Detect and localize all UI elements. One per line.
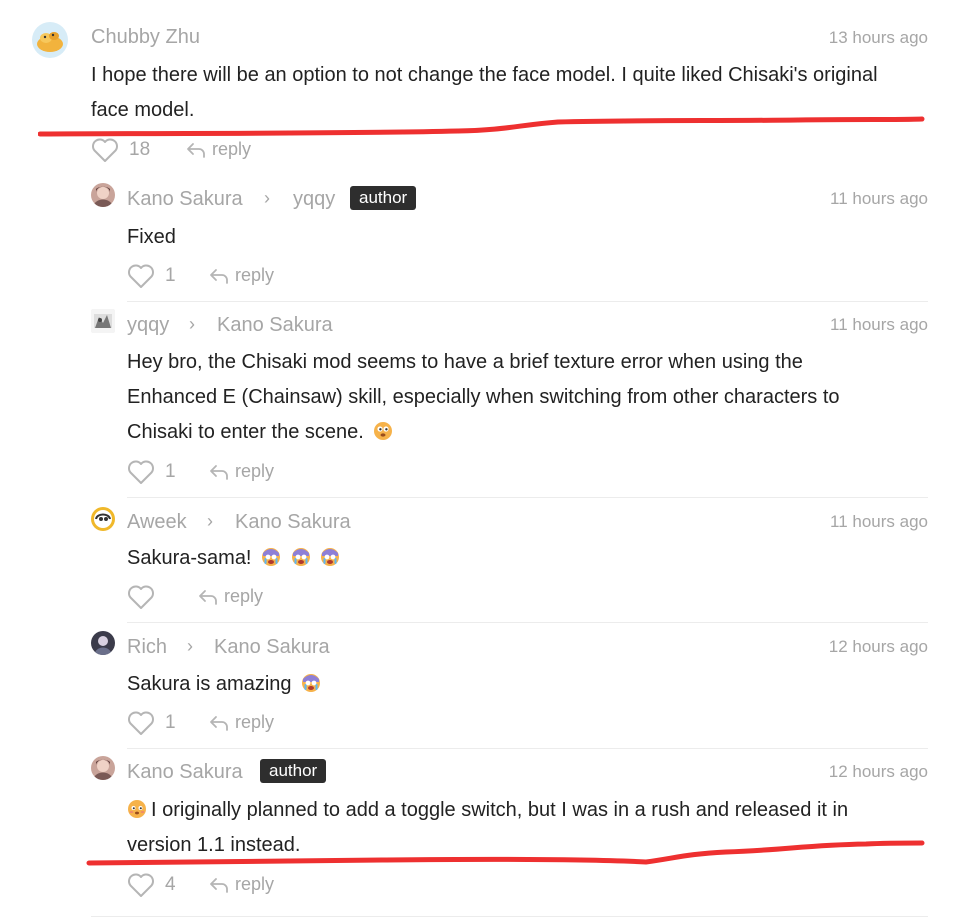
avatar-image xyxy=(94,636,112,655)
reply-text-line-content: I originally planned to add a toggle swi… xyxy=(151,799,849,821)
reply-to-user[interactable]: yqqy xyxy=(293,188,335,211)
chevron-right-icon: › xyxy=(207,511,213,531)
reply-button[interactable]: reply xyxy=(209,874,274,895)
heart-outline-icon xyxy=(128,711,154,735)
chevron-right-icon: › xyxy=(264,188,270,208)
reply-to-user[interactable]: Kano Sakura xyxy=(235,511,351,534)
reply-time: 11 hours ago xyxy=(830,512,928,531)
heart-outline-icon xyxy=(128,460,154,484)
avatar[interactable] xyxy=(91,631,115,655)
reply-text-content: Sakura is amazing xyxy=(127,673,292,695)
divider xyxy=(127,748,928,749)
reply-text-line: I originally planned to add a toggle swi… xyxy=(127,793,927,828)
reply-arrow-icon xyxy=(210,877,228,893)
reply-button[interactable]: reply xyxy=(209,712,274,733)
reply-text: Fixed xyxy=(127,226,176,248)
avatar[interactable] xyxy=(91,309,115,333)
avatar-image xyxy=(93,186,113,207)
comment-text-line: I hope there will be an option to not ch… xyxy=(91,64,878,86)
reply-button[interactable]: reply xyxy=(209,265,274,286)
crying-emoji-icon xyxy=(291,548,310,566)
reply-arrow-icon xyxy=(210,268,228,284)
reply-author[interactable]: Aweek xyxy=(127,511,187,534)
divider xyxy=(91,916,928,917)
avatar[interactable] xyxy=(91,756,115,780)
like-button[interactable]: 4 xyxy=(127,872,176,898)
crying-emoji-icon xyxy=(262,548,281,566)
reply-text: Hey bro, the Chisaki mod seems to have a… xyxy=(127,345,917,450)
reply-text: I originally planned to add a toggle swi… xyxy=(127,793,927,863)
like-count: 18 xyxy=(129,139,151,160)
heart-outline-icon xyxy=(92,138,118,162)
like-button[interactable] xyxy=(127,584,165,610)
chevron-right-icon: › xyxy=(189,314,195,334)
divider xyxy=(127,497,928,498)
crying-emoji-icon xyxy=(321,548,340,566)
reply-arrow-icon xyxy=(187,142,205,158)
like-count: 1 xyxy=(165,712,176,733)
avatar[interactable] xyxy=(91,183,115,207)
reply-label: reply xyxy=(235,461,275,481)
author-badge: author xyxy=(260,759,327,783)
reply-author[interactable]: Kano Sakura xyxy=(127,761,243,784)
avatar-image xyxy=(94,314,112,328)
reply-to-user[interactable]: Kano Sakura xyxy=(214,636,330,659)
avatar[interactable] xyxy=(32,22,68,58)
reply-text-line: version 1.1 instead. xyxy=(127,834,301,856)
like-button[interactable]: 18 xyxy=(91,137,150,163)
author-badge: author xyxy=(350,186,417,210)
divider xyxy=(127,622,928,623)
heart-outline-icon xyxy=(128,585,154,609)
reply-time: 11 hours ago xyxy=(830,189,928,208)
reply-time: 11 hours ago xyxy=(830,315,928,334)
like-count: 1 xyxy=(165,265,176,286)
like-button[interactable]: 1 xyxy=(127,459,176,485)
reply-label: reply xyxy=(235,874,275,894)
reply-text: Sakura-sama! xyxy=(127,541,340,576)
reply-text-line-content: Chisaki to enter the scene. xyxy=(127,421,364,443)
reply-author[interactable]: yqqy xyxy=(127,314,169,337)
reply-arrow-icon xyxy=(199,589,217,605)
reply-button[interactable]: reply xyxy=(186,139,251,160)
heart-outline-icon xyxy=(128,873,154,897)
reply-label: reply xyxy=(235,265,275,285)
comment-text-line: face model. xyxy=(91,99,195,121)
reply-text-content: Sakura-sama! xyxy=(127,547,252,569)
crying-emoji-icon xyxy=(302,674,321,692)
like-button[interactable]: 1 xyxy=(127,263,176,289)
reply-time: 12 hours ago xyxy=(828,762,928,781)
comment-text: I hope there will be an option to not ch… xyxy=(91,58,931,128)
like-count: 1 xyxy=(165,461,176,482)
reply-label: reply xyxy=(212,139,252,159)
like-button[interactable]: 1 xyxy=(127,710,176,736)
reply-button[interactable]: reply xyxy=(209,461,274,482)
comment-author[interactable]: Chubby Zhu xyxy=(91,26,200,49)
reply-author[interactable]: Kano Sakura xyxy=(127,188,243,211)
heart-outline-icon xyxy=(128,264,154,288)
reply-text-line: Enhanced E (Chainsaw) skill, especially … xyxy=(127,386,840,408)
avatar[interactable] xyxy=(91,507,115,531)
avatar-image xyxy=(94,510,112,528)
shy-emoji-icon xyxy=(128,800,146,818)
reply-label: reply xyxy=(224,586,264,606)
reply-time: 12 hours ago xyxy=(828,637,928,656)
divider xyxy=(127,301,928,302)
reply-text: Sakura is amazing xyxy=(127,667,321,702)
avatar-image xyxy=(37,32,63,52)
reply-button[interactable]: reply xyxy=(198,586,263,607)
reply-text-line: Chisaki to enter the scene. xyxy=(127,415,917,450)
comment-time: 13 hours ago xyxy=(828,28,928,47)
thinking-emoji-icon xyxy=(374,422,393,440)
chevron-right-icon: › xyxy=(187,636,193,656)
like-count: 4 xyxy=(165,874,176,895)
avatar-image xyxy=(93,759,113,780)
reply-to-user[interactable]: Kano Sakura xyxy=(217,314,333,337)
reply-arrow-icon xyxy=(210,464,228,480)
reply-text-line: Hey bro, the Chisaki mod seems to have a… xyxy=(127,351,803,373)
reply-arrow-icon xyxy=(210,715,228,731)
reply-label: reply xyxy=(235,712,275,732)
reply-author[interactable]: Rich xyxy=(127,636,167,659)
